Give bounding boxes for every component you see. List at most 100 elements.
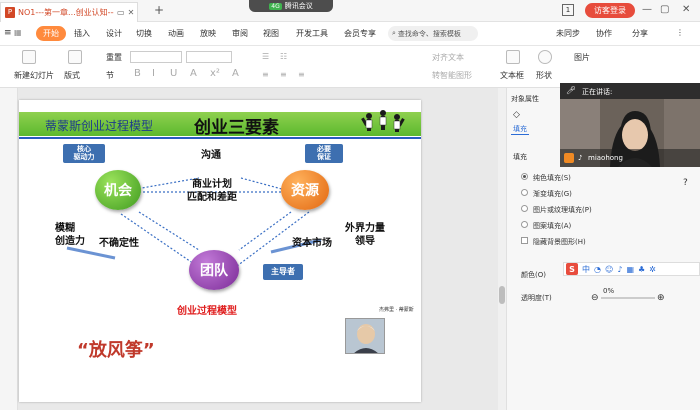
monitor-icon[interactable]: ▭ — [117, 8, 125, 17]
new-slide-icon[interactable] — [22, 50, 36, 64]
title-bar: P NO1---第一章...创业认知----第 ▭ ✕ + 4G 腾讯会议 1 … — [0, 0, 700, 22]
textbox-button[interactable]: 文本框 — [500, 70, 524, 81]
smartart-button[interactable]: 转智能图形 — [432, 70, 472, 81]
signal-badge: 4G — [269, 2, 282, 10]
fill-tab[interactable]: 填充 — [513, 124, 527, 134]
sync-status[interactable]: 未同步 — [556, 28, 580, 39]
object-props-title: 对象属性 — [511, 95, 539, 103]
option-solid-fill[interactable]: 纯色填充(S) — [533, 173, 571, 183]
speaking-label: 正在讲话: — [582, 88, 613, 96]
font-size-select[interactable] — [186, 51, 232, 63]
reset-button[interactable]: 重置 — [106, 52, 122, 63]
radio-pattern-fill[interactable] — [521, 221, 528, 228]
video-header: 🎤︎ 正在讲话: — [560, 83, 700, 99]
text-uncertainty: 不确定性 — [99, 238, 139, 249]
shape-button[interactable]: 形状 — [536, 70, 552, 81]
tab-member[interactable]: 会员专享 — [344, 28, 376, 39]
radio-solid-fill[interactable] — [521, 173, 528, 180]
hide-bg-label[interactable]: 隐藏背景图形(H) — [533, 237, 586, 247]
tab-review[interactable]: 审阅 — [232, 28, 248, 39]
maximize-icon[interactable]: ▢ — [660, 4, 669, 15]
more-icon[interactable]: ⋮ — [676, 28, 684, 37]
document-tab-title: NO1---第一章...创业认知----第 — [18, 8, 114, 17]
circle-resource: 资源 — [281, 170, 329, 210]
font-color-icon[interactable]: A — [232, 68, 239, 79]
text-communication: 沟通 — [201, 150, 221, 161]
slide[interactable]: 蒂蒙斯创业过程模型 创业三要素 核心 驱动力 必要 保证 沟通 商业计划 匹配和… — [19, 100, 421, 402]
option-gradient-fill[interactable]: 渐变填充(G) — [533, 189, 572, 199]
hide-bg-checkbox[interactable] — [521, 237, 528, 244]
new-slide-button[interactable]: 新建幻灯片 — [14, 70, 54, 81]
new-tab-icon[interactable]: + — [154, 3, 164, 17]
collab-button[interactable]: 协作 — [596, 28, 612, 39]
ime-punctuation-icon[interactable]: ◔ — [594, 265, 601, 274]
minimize-icon[interactable]: — — [642, 4, 652, 15]
page-indicator[interactable]: 1 — [562, 4, 574, 16]
meeting-indicator[interactable]: 4G 腾讯会议 — [249, 0, 333, 12]
option-pattern-fill[interactable]: 图案填充(A) — [533, 221, 571, 231]
tab-start[interactable]: 开始 — [36, 26, 66, 41]
menu-bar: ≡ ▦ 开始 插入 设计 切换 动画 放映 审阅 视图 开发工具 会员专享 ⌕ … — [0, 22, 700, 46]
tab-animation[interactable]: 动画 — [168, 28, 184, 39]
fill-section-header[interactable]: 填充 — [513, 152, 527, 162]
tab-developer[interactable]: 开发工具 — [296, 28, 328, 39]
underline-icon[interactable]: U — [170, 68, 177, 79]
tab-slideshow[interactable]: 放映 — [200, 28, 216, 39]
vertical-scrollbar[interactable] — [498, 88, 506, 410]
strikethrough-icon[interactable]: A — [190, 68, 197, 79]
align-center-icon[interactable]: ≡ — [280, 70, 287, 79]
hamburger-icon[interactable]: ≡ — [4, 28, 12, 38]
share-button[interactable]: 分享 — [632, 28, 648, 39]
layout-icon[interactable] — [68, 50, 82, 64]
bold-icon[interactable]: B — [134, 68, 141, 79]
close-window-icon[interactable]: ✕ — [682, 4, 690, 15]
color-label: 颜色(O) — [521, 271, 546, 279]
transparency-decrease-icon[interactable]: ⊖ — [591, 293, 599, 303]
document-tab[interactable]: P NO1---第一章...创业认知----第 ▭ ✕ — [0, 2, 138, 22]
ime-language-toggle[interactable]: 中 — [582, 264, 590, 275]
slide-panel-strip[interactable] — [0, 88, 18, 410]
picture-button[interactable]: 图片 — [574, 52, 590, 63]
numbered-list-icon[interactable]: ☷ — [280, 52, 287, 61]
circle-team: 团队 — [189, 250, 239, 290]
tab-view[interactable]: 视图 — [263, 28, 279, 39]
layout-button[interactable]: 版式 — [64, 70, 80, 81]
align-right-icon[interactable]: ≡ — [298, 70, 305, 79]
ime-logo-icon[interactable]: S — [566, 263, 578, 275]
ime-keyboard-icon[interactable]: ▦ — [626, 265, 634, 274]
tab-insert[interactable]: 插入 — [74, 28, 90, 39]
scrollbar-thumb[interactable] — [499, 286, 505, 304]
ime-emoji-icon[interactable]: ☺ — [605, 265, 613, 274]
tab-start-label: 开始 — [43, 29, 59, 38]
guest-login-button[interactable]: 访客登录 — [585, 3, 635, 18]
align-left-icon[interactable]: ≡ — [262, 70, 269, 79]
callout-core-line1: 核心 — [77, 145, 91, 153]
transparency-increase-icon[interactable]: ⊕ — [657, 293, 665, 303]
video-feed[interactable]: 🎤︎ 正在讲话: ♪ miaohong — [560, 83, 700, 167]
shape-icon[interactable] — [538, 50, 552, 64]
ime-settings-icon[interactable]: ✲ — [649, 265, 656, 274]
radio-gradient-fill[interactable] — [521, 189, 528, 196]
option-picture-fill[interactable]: 图片或纹理填充(P) — [533, 205, 592, 215]
font-name-select[interactable] — [130, 51, 182, 63]
mic-icon: 🎤︎ — [566, 86, 577, 95]
superscript-icon[interactable]: x² — [210, 68, 220, 79]
help-icon[interactable]: ? — [683, 178, 688, 188]
bullet-list-icon[interactable]: ☰ — [262, 52, 269, 61]
textbox-icon[interactable] — [506, 50, 520, 64]
close-tab-icon[interactable]: ✕ — [128, 8, 135, 17]
fill-bucket-icon[interactable]: ◇ — [513, 110, 520, 120]
section-button[interactable]: 节 — [106, 70, 114, 81]
italic-icon[interactable]: I — [152, 68, 155, 79]
portrait-image — [345, 318, 385, 354]
radio-picture-fill[interactable] — [521, 205, 528, 212]
tab-transition[interactable]: 切换 — [136, 28, 152, 39]
command-search-input[interactable]: ⌕ 查找命令、搜索模板 — [388, 26, 478, 41]
transparency-slider[interactable] — [601, 297, 655, 299]
ime-voice-icon[interactable]: ♪ — [617, 265, 622, 274]
tab-design[interactable]: 设计 — [106, 28, 122, 39]
input-method-toolbar[interactable]: S 中 ◔ ☺ ♪ ▦ ♣ ✲ — [563, 262, 700, 276]
ime-skin-icon[interactable]: ♣ — [638, 265, 645, 274]
file-menu-icon[interactable]: ▦ — [14, 28, 22, 37]
align-text-button[interactable]: 对齐文本 — [432, 52, 464, 63]
